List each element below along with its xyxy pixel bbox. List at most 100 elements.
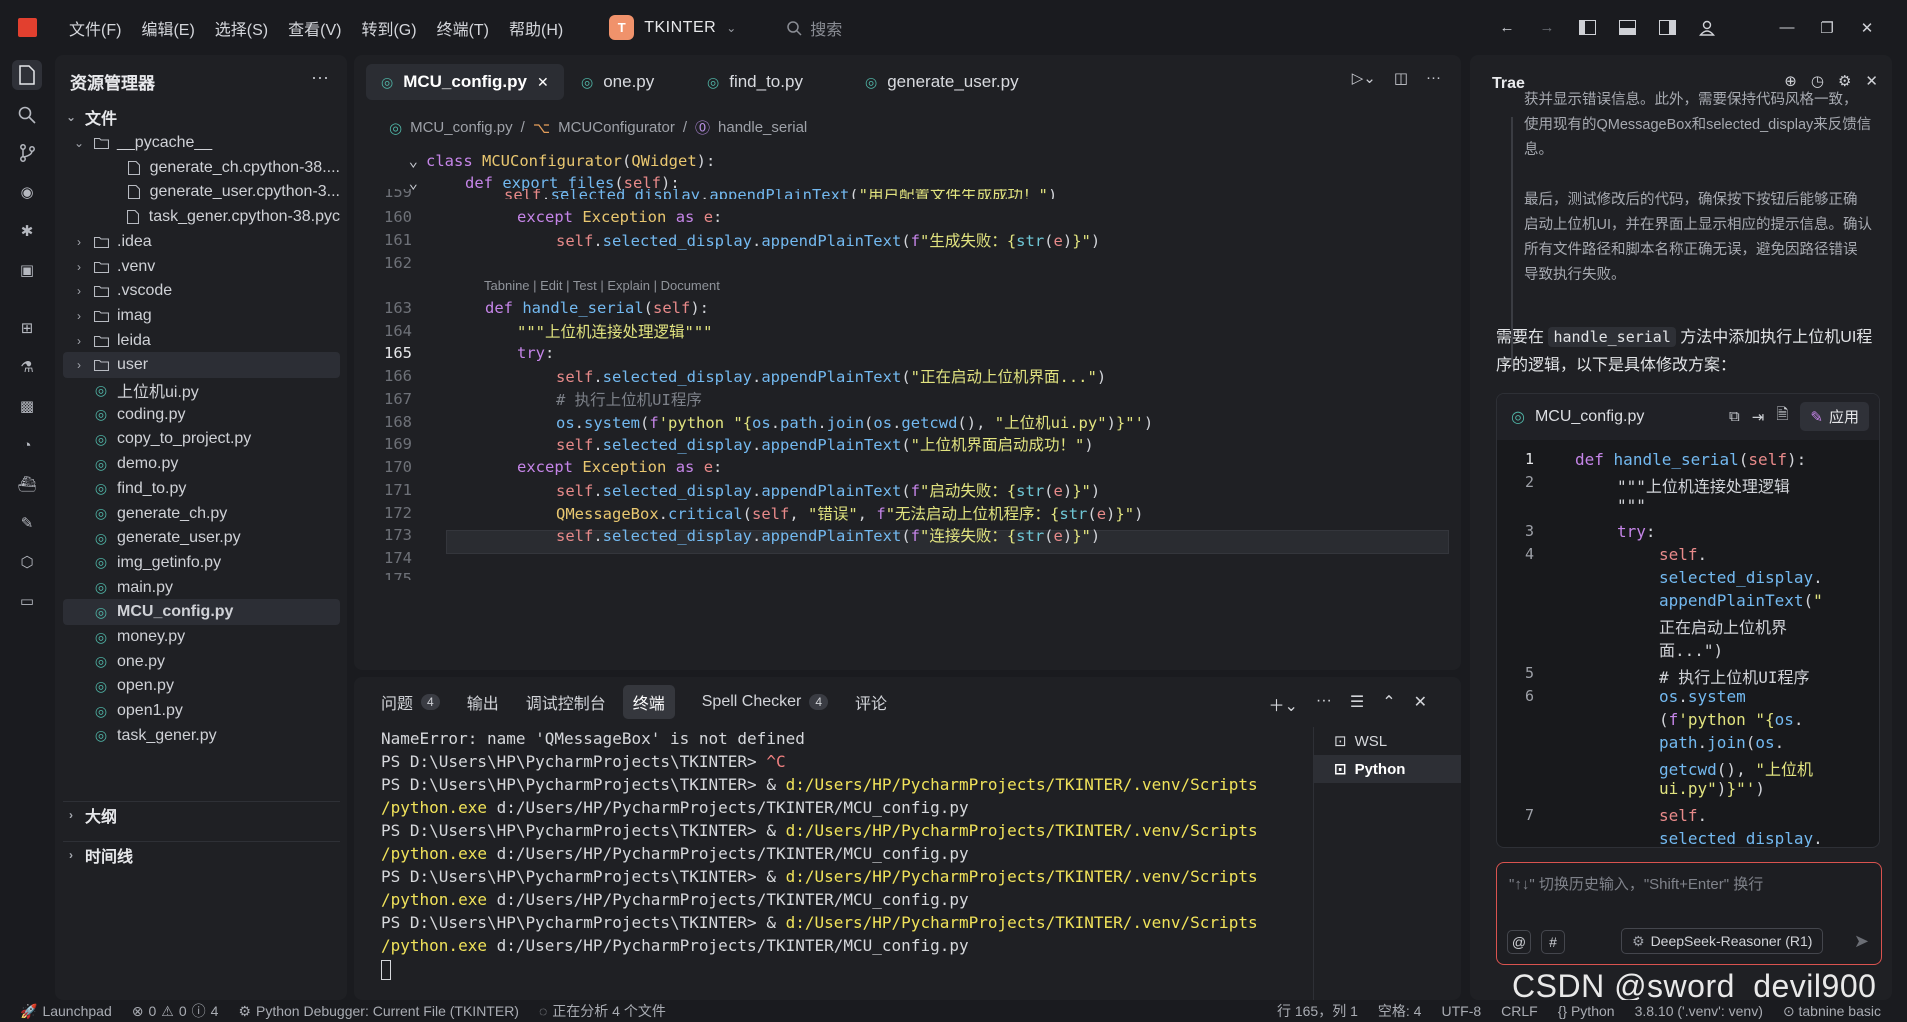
toggle-aux-bar-icon[interactable] — [1657, 18, 1677, 38]
account-icon[interactable] — [1697, 18, 1717, 38]
status-language[interactable]: {} Python — [1558, 1003, 1615, 1019]
hash-icon[interactable]: # — [1541, 930, 1565, 954]
new-file-icon[interactable]: 🗎 — [1776, 404, 1788, 429]
settings-sliders-icon[interactable]: ☰ — [1350, 692, 1364, 716]
file-item[interactable]: generate_user.cpython-3... — [63, 179, 340, 205]
file-item[interactable]: ◎ coding.py — [63, 402, 340, 428]
copy-icon[interactable]: ⧉ — [1729, 408, 1740, 425]
more-icon[interactable]: ··· — [1426, 69, 1441, 87]
send-icon[interactable]: ➤ — [1854, 931, 1869, 952]
close-icon[interactable]: ✕ — [1857, 18, 1877, 38]
testing-icon[interactable]: ⚗ — [12, 352, 42, 382]
python-env-icon[interactable]: ◔ — [12, 430, 42, 460]
folder-item[interactable]: › user — [63, 352, 340, 379]
interpreter[interactable]: 3.8.10 ('.venv': venv) — [1635, 1003, 1763, 1019]
tab-mcu-config[interactable]: ◎ MCU_config.py ✕ — [366, 64, 564, 100]
file-item[interactable]: ◎ generate_user.py — [63, 525, 340, 551]
cube-icon[interactable]: ⬡ — [12, 547, 42, 577]
terminal-item-python[interactable]: ⊡ Python — [1314, 755, 1461, 783]
search-icon[interactable] — [12, 100, 42, 130]
folder-item[interactable]: › .idea — [63, 229, 340, 255]
file-item[interactable]: ◎ demo.py — [63, 451, 340, 477]
debug-icon[interactable]: ✱ — [12, 216, 42, 246]
add-terminal-icon[interactable]: ＋⌄ — [1268, 692, 1297, 716]
monitor-icon[interactable]: ▭ — [12, 586, 42, 616]
restore-icon[interactable]: ❐ — [1817, 18, 1837, 38]
codelens-text[interactable]: Tabnine | Edit | Test | Explain | Docume… — [484, 278, 720, 293]
file-item[interactable]: ◎ open.py — [63, 673, 340, 699]
file-item[interactable]: ◎ copy_to_project.py — [63, 426, 340, 452]
model-selector[interactable]: ⚙ DeepSeek-Reasoner (R1) — [1621, 928, 1824, 954]
menu-help[interactable]: 帮助(H) — [499, 16, 573, 40]
tab-terminal[interactable]: 终端 — [622, 685, 675, 719]
menu-goto[interactable]: 转到(G) — [351, 16, 426, 40]
apply-button[interactable]: ✎ 应用 — [1800, 402, 1869, 431]
status-debugger[interactable]: ⚙ Python Debugger: Current File (TKINTER) — [238, 1003, 519, 1020]
file-item[interactable]: ◎ one.py — [63, 649, 340, 675]
more-icon[interactable]: ··· — [311, 67, 329, 88]
project-switcher[interactable]: T TKINTER ⌄ — [609, 15, 736, 40]
folder-item[interactable]: ⌄ __pycache__ — [63, 130, 340, 156]
close-panel-icon[interactable]: ✕ — [1414, 692, 1427, 716]
breadcrumb-method[interactable]: handle_serial — [718, 119, 807, 136]
minimize-icon[interactable]: — — [1777, 18, 1797, 38]
remote-explorer-icon[interactable]: ▣ — [12, 255, 42, 285]
file-item[interactable]: ◎ find_to.py — [63, 476, 340, 502]
docker-icon[interactable]: ⛴ — [12, 469, 42, 499]
split-editor-icon[interactable]: ◫ — [1394, 69, 1408, 87]
file-item[interactable]: ◎ open1.py — [63, 698, 340, 724]
wand-icon[interactable]: ✎ — [12, 508, 42, 538]
toggle-panel-icon[interactable] — [1617, 18, 1637, 38]
file-item[interactable]: ◎ img_getinfo.py — [63, 550, 340, 576]
section-files[interactable]: ⌄ 文件 — [63, 104, 340, 130]
folder-item[interactable]: › .venv — [63, 254, 340, 280]
folder-item[interactable]: › imag — [63, 303, 340, 329]
chat-input[interactable]: "↑↓" 切换历史输入，"Shift+Enter" 换行 @ # ⚙ DeepS… — [1496, 862, 1882, 965]
code-area[interactable]: ⌄ class MCUConfigurator(QWidget): ⌄ def … — [354, 150, 1461, 670]
run-icon[interactable]: ▷⌄ — [1352, 69, 1376, 87]
tab-output[interactable]: 输出 — [467, 690, 499, 714]
terminal-item-wsl[interactable]: ⊡ WSL — [1314, 727, 1461, 755]
tab-debug-console[interactable]: 调试控制台 — [526, 690, 606, 714]
terminal-output[interactable]: NameError: name 'QMessageBox' is not def… — [381, 729, 1461, 982]
folder-item[interactable]: › leida — [63, 328, 340, 354]
close-icon[interactable]: ✕ — [537, 74, 549, 91]
tab-spell-checker[interactable]: Spell Checker 4 — [702, 693, 829, 711]
menu-file[interactable]: 文件(F) — [59, 16, 131, 40]
toggle-sidebar-icon[interactable] — [1577, 18, 1597, 38]
source-control-icon[interactable] — [12, 138, 42, 168]
status-problems[interactable]: ⊗ 0 ⚠ 0 ⓘ 4 — [132, 1001, 219, 1021]
breadcrumb-class[interactable]: MCUConfigurator — [558, 119, 675, 136]
extensions-icon[interactable]: ⊞ — [12, 313, 42, 343]
section-timeline[interactable]: › 时间线 — [63, 841, 340, 867]
file-item[interactable]: ◎ MCU_config.py — [63, 599, 340, 626]
menu-select[interactable]: 选择(S) — [205, 16, 278, 40]
section-outline[interactable]: › 大纲 — [63, 801, 340, 827]
file-item[interactable]: ◎ 上位机ui.py — [63, 377, 340, 403]
file-item[interactable]: task_gener.cpython-38.pyc — [63, 204, 340, 230]
remote-icon[interactable]: ◉ — [12, 177, 42, 207]
file-item[interactable]: ◎ generate_ch.py — [63, 501, 340, 527]
line-ending[interactable]: CRLF — [1501, 1003, 1538, 1019]
encoding[interactable]: UTF-8 — [1441, 1003, 1481, 1019]
explorer-icon[interactable] — [12, 60, 42, 90]
mention-icon[interactable]: @ — [1507, 930, 1531, 954]
file-item[interactable]: generate_ch.cpython-38.... — [63, 155, 340, 181]
tab-generate-user[interactable]: ◎ generate_user.py — [850, 64, 1034, 100]
indentation[interactable]: 空格: 4 — [1378, 1001, 1422, 1021]
status-tabnine[interactable]: ⊙ tabnine basic — [1783, 1003, 1881, 1020]
status-launchpad[interactable]: 🚀 Launchpad — [20, 1003, 112, 1020]
tab-one[interactable]: ◎ one.py — [566, 64, 669, 100]
tab-problems[interactable]: 问题 4 — [381, 690, 440, 714]
back-arrow-icon[interactable]: ← — [1497, 18, 1517, 38]
maximize-panel-icon[interactable]: ⌃ — [1382, 692, 1395, 716]
forward-arrow-icon[interactable]: → — [1537, 18, 1557, 38]
cursor-position[interactable]: 行 165，列 1 — [1277, 1001, 1358, 1021]
menu-view[interactable]: 查看(V) — [278, 16, 351, 40]
menu-terminal[interactable]: 终端(T) — [427, 16, 499, 40]
menu-edit[interactable]: 编辑(E) — [131, 16, 204, 40]
breadcrumb-file[interactable]: MCU_config.py — [410, 119, 513, 136]
search-box[interactable]: 搜索 — [786, 16, 842, 40]
tab-comments[interactable]: 评论 — [855, 690, 887, 714]
file-item[interactable]: ◎ task_gener.py — [63, 723, 340, 749]
